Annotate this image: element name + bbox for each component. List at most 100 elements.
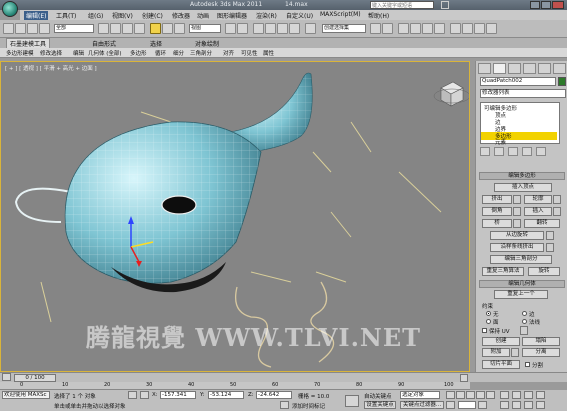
edit-named-selection-icon[interactable] [305,23,316,34]
search-icon[interactable] [441,1,449,9]
extrude-settings-icon[interactable] [513,195,521,204]
edit-triangulation-button[interactable]: 编辑三角剖分 [490,255,552,264]
inset-button[interactable]: 插入 [524,207,552,216]
make-unique-icon[interactable] [508,147,518,156]
tab-selection[interactable]: 选择 [150,39,162,48]
undo-icon[interactable] [3,23,14,34]
mini-curve-editor-icon[interactable] [2,373,11,381]
layer-manager-icon[interactable] [398,23,409,34]
preserve-uvs-checkbox[interactable] [482,328,487,333]
time-slider[interactable]: 0 / 100 [14,374,56,382]
goto-end-icon[interactable] [486,391,495,399]
modify-tab-icon[interactable] [493,63,506,74]
ribbon-edit[interactable]: 编辑 [73,49,84,57]
schematic-view-icon[interactable] [434,23,445,34]
extrude-along-spline-button[interactable]: 沿样条线挤出 [490,243,544,252]
slider-next-icon[interactable] [460,374,468,382]
selection-filter-dropdown[interactable]: 全部 [54,24,94,33]
menu-graph-editors[interactable]: 图形编辑器 [217,11,247,20]
percent-snap-icon[interactable] [277,23,288,34]
graphite-toggle-icon[interactable] [410,23,421,34]
named-selection-dropdown[interactable]: 创建选择集 [322,24,366,33]
utilities-tab-icon[interactable] [553,63,566,74]
field-of-view-icon[interactable] [500,401,509,409]
maxscript-listener[interactable]: 欢迎使用 MAXSc [2,391,50,399]
ribbon-properties[interactable]: 属性 [263,49,274,57]
zoom-extents-all-icon[interactable] [536,391,545,399]
menu-maxscript[interactable]: MAXScript(M) [320,11,361,18]
render-production-icon[interactable] [486,23,497,34]
set-key-button[interactable]: 设置关键点 [364,401,396,409]
edit-polygons-rollout[interactable]: 编辑多边形 [479,172,565,180]
menu-customize[interactable]: 自定义(U) [286,11,313,20]
ribbon-visibility[interactable]: 可见性 [241,49,258,57]
window-crossing-icon[interactable] [134,23,145,34]
configure-sets-icon[interactable] [536,147,546,156]
hinge-settings-icon[interactable] [546,231,554,240]
material-editor-icon[interactable] [450,23,461,34]
split-checkbox[interactable] [525,362,530,367]
attach-list-icon[interactable] [511,348,519,357]
viewcube-icon[interactable] [433,81,470,107]
manipulate-icon[interactable] [237,23,248,34]
detach-button[interactable]: 分离 [522,348,560,357]
select-and-scale-icon[interactable] [174,23,185,34]
outline-button[interactable]: 轮廓 [524,195,552,204]
z-coordinate-field[interactable]: -24.642 [256,391,292,399]
menu-edit[interactable]: 编辑(E) [24,11,49,20]
spinner-snap-icon[interactable] [289,23,300,34]
current-frame-field[interactable] [458,401,476,409]
frame-ruler[interactable]: 0 10 20 30 40 50 60 70 80 90 100 [0,382,470,390]
zoom-all-icon[interactable] [512,391,521,399]
unlink-icon[interactable] [39,23,50,34]
lock-selection-icon[interactable] [128,391,137,399]
collapse-button[interactable]: 塌陷 [522,337,560,346]
remove-modifier-icon[interactable] [522,147,532,156]
orbit-icon[interactable] [524,401,533,409]
absolute-mode-icon[interactable] [140,391,149,399]
bridge-button[interactable]: 桥 [482,219,512,228]
tab-freeform[interactable]: 自由形式 [92,39,116,48]
snaps-toggle-icon[interactable] [253,23,264,34]
minimize-icon[interactable] [530,1,540,9]
stack-polygon[interactable]: 多边形 [481,132,557,140]
link-icon[interactable] [27,23,38,34]
flip-button[interactable]: 翻转 [524,219,560,228]
ribbon-loops[interactable]: 循环 [155,49,166,57]
constraint-none-radio[interactable] [486,311,491,316]
rendered-frame-icon[interactable] [474,23,485,34]
ribbon-triangulation[interactable]: 三角剖分 [190,49,212,57]
goto-start-icon[interactable] [446,391,455,399]
hinge-from-edge-button[interactable]: 从边旋转 [490,231,544,240]
constraint-normal-radio[interactable] [522,319,527,324]
play-icon[interactable] [466,391,475,399]
mirror-icon[interactable] [370,23,381,34]
pin-stack-icon[interactable] [480,147,490,156]
ribbon-polygon-modeling[interactable]: 多边形建模 [6,49,34,57]
maximize-viewport-icon[interactable] [536,401,545,409]
app-menu-logo-icon[interactable] [2,1,18,17]
slice-plane-button[interactable]: 切片平面 [482,360,520,369]
select-and-rotate-icon[interactable] [162,23,173,34]
ribbon-subdivision[interactable]: 细分 [173,49,184,57]
show-end-result-icon[interactable] [494,147,504,156]
modifier-list-dropdown[interactable]: 修改器列表 [480,89,566,98]
create-tab-icon[interactable] [478,63,491,74]
motion-tab-icon[interactable] [523,63,536,74]
bevel-settings-icon[interactable] [513,207,521,216]
inset-settings-icon[interactable] [553,207,561,216]
object-color-swatch[interactable] [558,77,566,86]
constraint-face-radio[interactable] [486,319,491,324]
outline-settings-icon[interactable] [553,195,561,204]
x-coordinate-field[interactable]: -157.341 [160,391,196,399]
key-icon[interactable] [345,395,359,407]
y-coordinate-field[interactable]: -53.124 [208,391,244,399]
key-filters-button[interactable]: 关键点过滤器... [400,401,444,409]
render-setup-icon[interactable] [462,23,473,34]
menu-help[interactable]: 帮助(H) [368,11,389,20]
next-frame-icon[interactable] [476,391,485,399]
time-config-icon[interactable] [478,401,487,409]
tab-object-paint[interactable]: 对象绘制 [195,39,219,48]
time-tag-icon[interactable] [280,401,289,409]
auto-key-filter-dropdown[interactable]: 选定对象 [400,391,440,399]
